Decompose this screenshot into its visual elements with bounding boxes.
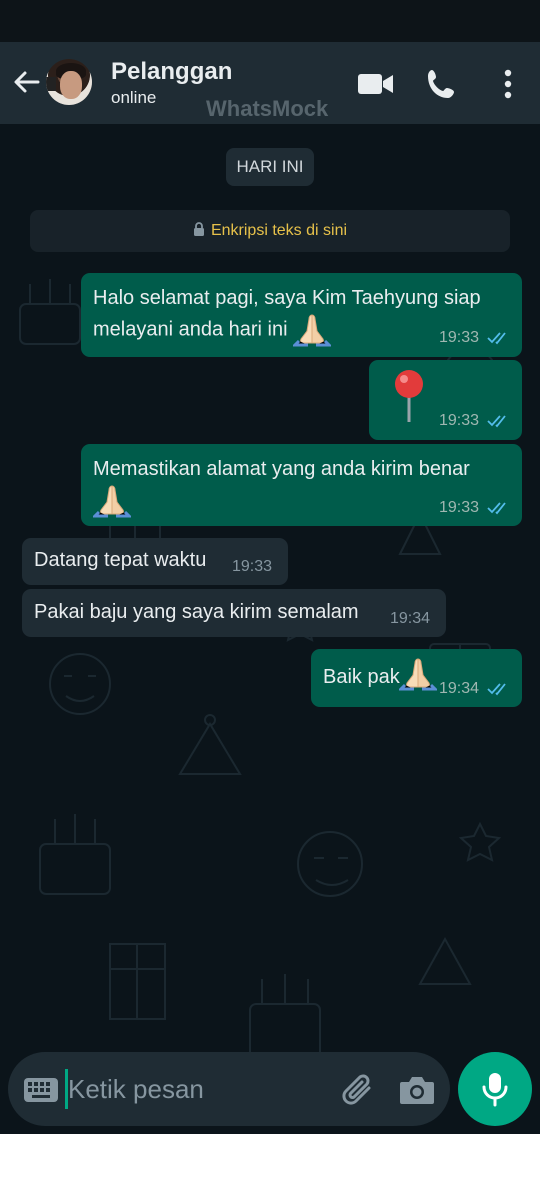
bottom-blank-area xyxy=(0,1134,540,1200)
read-receipt-icon xyxy=(487,683,506,696)
message-text: Datang tepat waktu xyxy=(34,549,207,571)
message-bubble-incoming[interactable]: Datang tepat waktu 19:33 xyxy=(22,538,288,585)
more-options-icon[interactable] xyxy=(488,64,528,104)
mic-icon xyxy=(482,1073,508,1107)
chat-area[interactable]: HARI INI Enkripsi teks di sini Halo sela… xyxy=(0,124,540,1134)
date-chip: HARI INI xyxy=(226,148,314,186)
round-pushpin-emoji-icon xyxy=(395,370,423,422)
message-time: 19:33 xyxy=(439,499,480,516)
message-bubble-outgoing[interactable]: Baik pak 19:34 xyxy=(311,649,522,707)
message-time: 19:33 xyxy=(439,329,480,346)
back-arrow-icon[interactable] xyxy=(10,66,42,98)
message-text-line: Memastikan alamat yang anda kirim benar xyxy=(93,458,470,480)
message-time: 19:33 xyxy=(232,558,273,575)
phone-icon[interactable] xyxy=(422,64,462,104)
contact-name[interactable]: Pelanggan xyxy=(111,58,232,86)
read-receipt-icon xyxy=(487,415,506,428)
message-composer[interactable]: Ketik pesan xyxy=(8,1052,450,1126)
message-text: Halo selamat pagi, saya Kim Taehyung sia… xyxy=(93,283,481,347)
folded-hands-emoji-icon xyxy=(293,314,332,347)
message-time: 19:34 xyxy=(390,610,431,627)
folded-hands-emoji-icon xyxy=(93,485,131,518)
chat-header: Pelanggan online WhatsMock xyxy=(0,42,540,124)
system-status-bar xyxy=(0,0,540,42)
video-call-icon[interactable] xyxy=(356,64,396,104)
contact-avatar[interactable] xyxy=(46,59,92,105)
watermark: WhatsMock xyxy=(206,96,329,121)
message-text-line: melayani anda hari ini xyxy=(93,318,288,341)
folded-hands-emoji-icon xyxy=(399,658,437,691)
contact-status: online xyxy=(111,88,157,107)
message-time: 19:33 xyxy=(439,412,480,429)
encryption-notice[interactable]: Enkripsi teks di sini xyxy=(30,210,510,252)
encryption-notice-text: Enkripsi teks di sini xyxy=(210,222,348,239)
lock-icon xyxy=(193,222,204,236)
message-text: Pakai baju yang saya kirim semalam xyxy=(34,601,359,623)
message-bubble-outgoing[interactable]: Memastikan alamat yang anda kirim benar … xyxy=(81,444,522,526)
voice-record-button[interactable] xyxy=(458,1052,532,1126)
camera-icon[interactable] xyxy=(398,1072,436,1108)
message-bubble-outgoing[interactable]: Halo selamat pagi, saya Kim Taehyung sia… xyxy=(81,273,522,357)
message-text-line: Halo selamat pagi, saya Kim Taehyung sia… xyxy=(93,287,481,309)
message-text: Memastikan alamat yang anda kirim benar xyxy=(93,454,470,518)
message-time: 19:34 xyxy=(439,680,480,697)
read-receipt-icon xyxy=(487,332,506,345)
attach-icon[interactable] xyxy=(339,1070,379,1110)
message-input[interactable]: Ketik pesan xyxy=(68,1074,204,1105)
read-receipt-icon xyxy=(487,502,506,515)
message-text: Baik pak xyxy=(323,666,400,688)
keyboard-icon[interactable] xyxy=(23,1076,59,1104)
message-bubble-outgoing[interactable]: 19:33 xyxy=(369,360,522,440)
message-bubble-incoming[interactable]: Pakai baju yang saya kirim semalam 19:34 xyxy=(22,589,446,637)
